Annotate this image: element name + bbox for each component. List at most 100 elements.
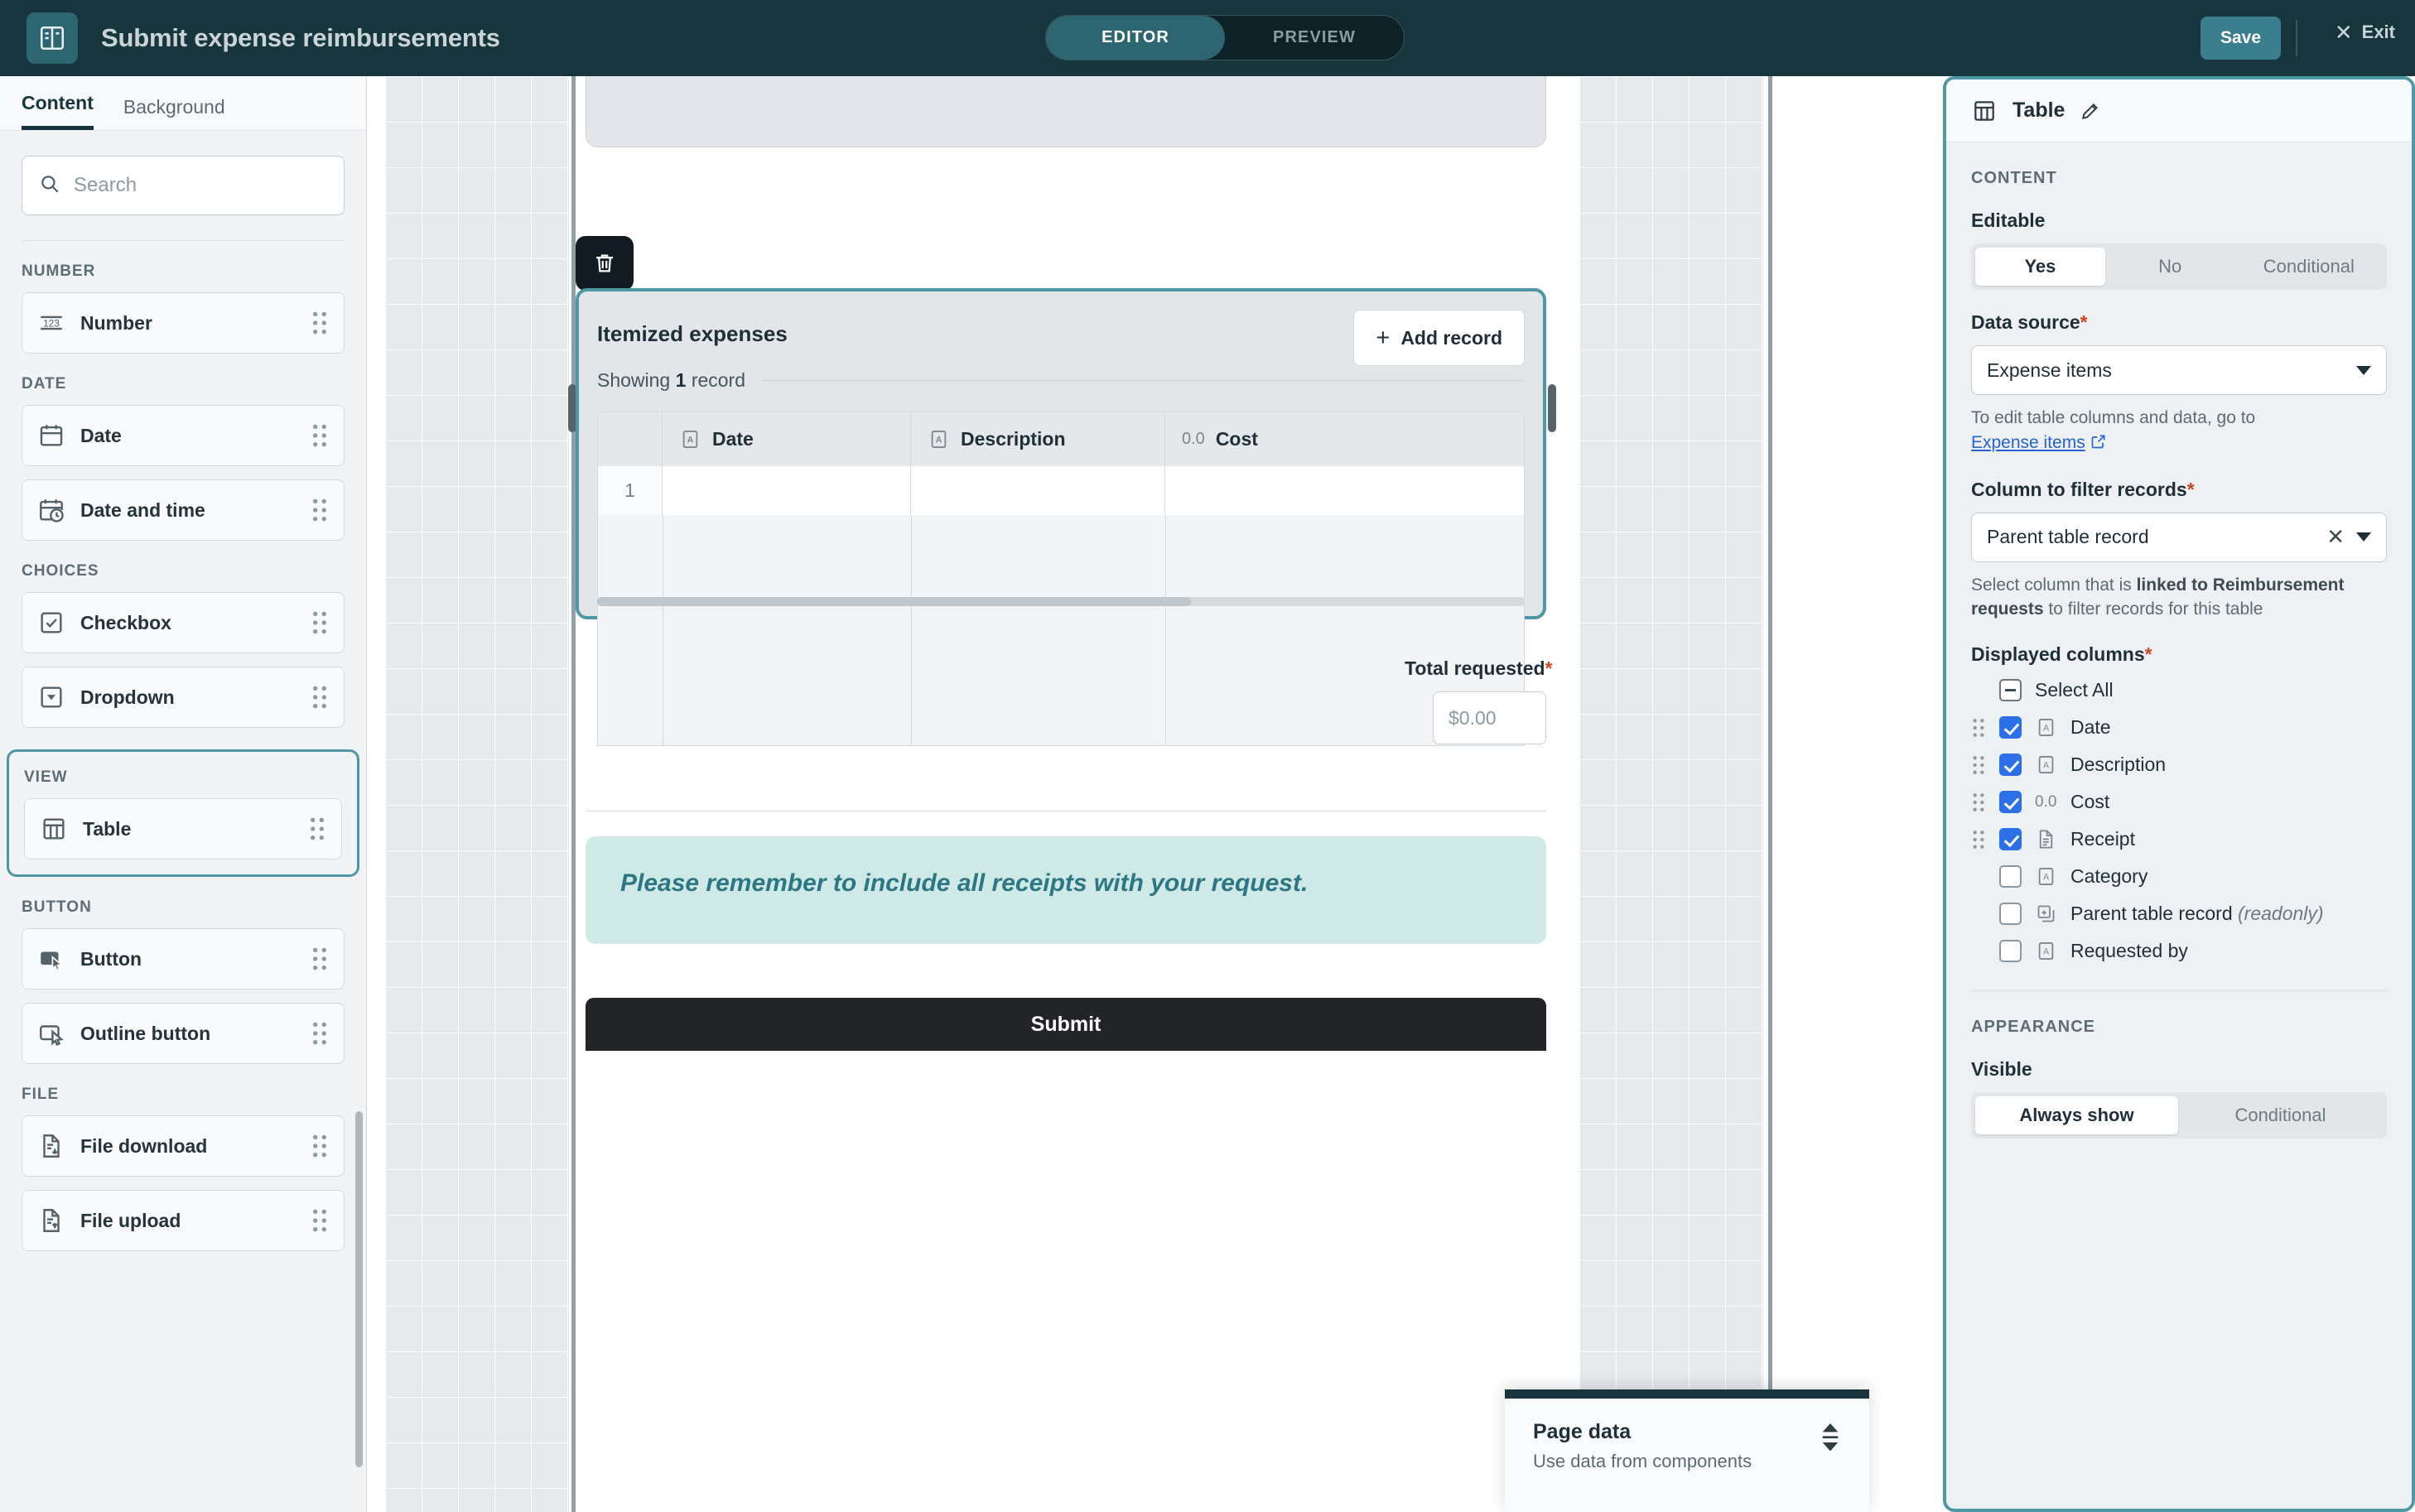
drag-handle-icon[interactable] bbox=[311, 497, 329, 523]
component-table[interactable]: Table bbox=[24, 798, 342, 860]
data-source-link[interactable]: Expense items bbox=[1971, 433, 2085, 452]
grid-cell-description[interactable] bbox=[911, 466, 1165, 515]
visible-option-always-show[interactable]: Always show bbox=[1975, 1096, 2178, 1134]
data-source-select[interactable]: Expense items bbox=[1971, 345, 2387, 395]
tab-preview[interactable]: PREVIEW bbox=[1225, 16, 1404, 60]
column-checkbox-category[interactable] bbox=[1999, 865, 2022, 888]
drag-handle-icon[interactable] bbox=[311, 609, 329, 636]
displayed-column-row-date[interactable]: A Date bbox=[1971, 716, 2387, 739]
column-checkbox-date[interactable] bbox=[1999, 716, 2022, 739]
save-button[interactable]: Save bbox=[2200, 17, 2281, 60]
select-all-row[interactable]: Select All bbox=[1999, 679, 2387, 701]
displayed-column-row-receipt[interactable]: Receipt bbox=[1971, 828, 2387, 850]
visible-segmented-control[interactable]: Always show Conditional bbox=[1971, 1092, 2387, 1139]
component-date-and-time[interactable]: Date and time bbox=[22, 479, 345, 541]
left-panel-scrollbar[interactable] bbox=[355, 1111, 363, 1467]
data-grid[interactable]: A Date A Desc bbox=[597, 412, 1525, 746]
app-title: Submit expense reimbursements bbox=[101, 23, 500, 53]
drag-handle-icon[interactable] bbox=[1971, 717, 1986, 739]
chevron-down-icon bbox=[2356, 366, 2371, 375]
column-checkbox-receipt[interactable] bbox=[1999, 828, 2022, 850]
drag-handle-icon[interactable] bbox=[311, 310, 329, 336]
editor-preview-toggle[interactable]: EDITOR PREVIEW bbox=[1045, 15, 1405, 60]
component-outline-button[interactable]: Outline button bbox=[22, 1003, 345, 1064]
component-file-download[interactable]: File download bbox=[22, 1115, 345, 1177]
file-upload-icon bbox=[37, 1206, 65, 1235]
drag-handle-icon[interactable] bbox=[1971, 792, 1986, 813]
editable-option-yes[interactable]: Yes bbox=[1975, 248, 2105, 286]
displayed-column-row-category[interactable]: A Category bbox=[1999, 865, 2387, 888]
component-resize-handle-right[interactable] bbox=[1548, 384, 1556, 432]
component-button[interactable]: Button bbox=[22, 928, 345, 990]
resize-vertical-icon[interactable] bbox=[1820, 1423, 1841, 1448]
total-requested-input[interactable]: $0.00 bbox=[1433, 691, 1546, 744]
submit-button[interactable]: Submit bbox=[586, 998, 1546, 1051]
visible-option-conditional[interactable]: Conditional bbox=[2178, 1096, 2383, 1134]
column-checkbox-requested-by[interactable] bbox=[1999, 940, 2022, 962]
column-checkbox-cost[interactable] bbox=[1999, 791, 2022, 813]
drag-handle-icon[interactable] bbox=[311, 1133, 329, 1159]
select-all-label: Select All bbox=[2035, 679, 2114, 701]
grid-header-description[interactable]: A Description bbox=[911, 412, 1165, 465]
page-data-panel[interactable]: Page data Use data from components bbox=[1505, 1389, 1869, 1512]
tab-content[interactable]: Content bbox=[22, 92, 94, 130]
exit-button[interactable]: ✕ Exit bbox=[2335, 22, 2395, 43]
svg-text:A: A bbox=[2043, 761, 2050, 771]
component-list: NUMBER 123 Number DATE bbox=[0, 156, 366, 1251]
component-label: Date bbox=[80, 425, 311, 447]
plus-icon: + bbox=[1376, 326, 1390, 350]
drag-handle-icon[interactable] bbox=[308, 816, 326, 842]
drag-handle-icon[interactable] bbox=[311, 422, 329, 449]
component-file-upload[interactable]: File upload bbox=[22, 1190, 345, 1251]
clear-selection-icon[interactable]: ✕ bbox=[2326, 524, 2345, 550]
filter-column-select[interactable]: Parent table record ✕ bbox=[1971, 513, 2387, 562]
trash-icon bbox=[592, 251, 617, 276]
external-link-icon[interactable] bbox=[2090, 432, 2107, 457]
editable-option-no[interactable]: No bbox=[2105, 248, 2235, 286]
grid-cell-date[interactable] bbox=[663, 466, 911, 515]
tab-editor[interactable]: EDITOR bbox=[1046, 16, 1225, 60]
table-component[interactable]: Itemized expenses + Add record Showing 1… bbox=[576, 288, 1546, 619]
column-label: Category bbox=[2070, 865, 2147, 888]
add-record-button[interactable]: + Add record bbox=[1353, 310, 1525, 366]
tab-background[interactable]: Background bbox=[123, 96, 225, 130]
component-dropdown[interactable]: Dropdown bbox=[22, 667, 345, 728]
grid-horizontal-scrollbar[interactable] bbox=[597, 597, 1525, 606]
column-checkbox-parent-table-record[interactable] bbox=[1999, 903, 2022, 925]
table-icon bbox=[40, 815, 68, 843]
displayed-column-row-parent-table-record[interactable]: Parent table record (readonly) bbox=[1999, 903, 2387, 925]
data-source-help: To edit table columns and data, go to Ex… bbox=[1971, 406, 2387, 457]
top-bar: Submit expense reimbursements EDITOR PRE… bbox=[0, 0, 2415, 76]
grid-row[interactable]: 1 bbox=[598, 465, 1524, 515]
search-input[interactable] bbox=[74, 174, 327, 197]
select-all-checkbox[interactable] bbox=[1999, 679, 2022, 701]
delete-component-button[interactable] bbox=[576, 236, 634, 291]
search-box[interactable] bbox=[22, 156, 345, 215]
drag-handle-icon[interactable] bbox=[311, 684, 329, 710]
grid-row-index: 1 bbox=[598, 466, 663, 515]
required-asterisk: * bbox=[1545, 657, 1553, 679]
drag-handle-icon[interactable] bbox=[1971, 829, 1986, 850]
editable-option-conditional[interactable]: Conditional bbox=[2235, 248, 2383, 286]
drag-handle-icon[interactable] bbox=[311, 1020, 329, 1047]
drag-handle-icon[interactable] bbox=[311, 1207, 329, 1234]
grid-header-date[interactable]: A Date bbox=[663, 412, 911, 465]
filter-column-help: Select column that is linked to Reimburs… bbox=[1971, 573, 2387, 623]
component-label: Table bbox=[83, 818, 308, 840]
displayed-column-row-cost[interactable]: 0.0 Cost bbox=[1971, 791, 2387, 813]
calendar-icon bbox=[37, 421, 65, 450]
grid-cell-cost[interactable] bbox=[1165, 466, 1405, 515]
drag-handle-icon[interactable] bbox=[311, 946, 329, 972]
component-date[interactable]: Date bbox=[22, 405, 345, 466]
displayed-column-row-description[interactable]: A Description bbox=[1971, 754, 2387, 776]
component-number[interactable]: 123 Number bbox=[22, 292, 345, 354]
pencil-icon[interactable] bbox=[2080, 100, 2101, 122]
component-label: File upload bbox=[80, 1210, 311, 1232]
editable-segmented-control[interactable]: Yes No Conditional bbox=[1971, 243, 2387, 290]
component-checkbox[interactable]: Checkbox bbox=[22, 592, 345, 653]
drag-handle-icon[interactable] bbox=[1971, 754, 1986, 776]
grid-header-cost[interactable]: 0.0 Cost bbox=[1165, 412, 1405, 465]
scrollbar-thumb[interactable] bbox=[597, 597, 1191, 606]
displayed-column-row-requested-by[interactable]: A Requested by bbox=[1999, 940, 2387, 962]
column-checkbox-description[interactable] bbox=[1999, 754, 2022, 776]
